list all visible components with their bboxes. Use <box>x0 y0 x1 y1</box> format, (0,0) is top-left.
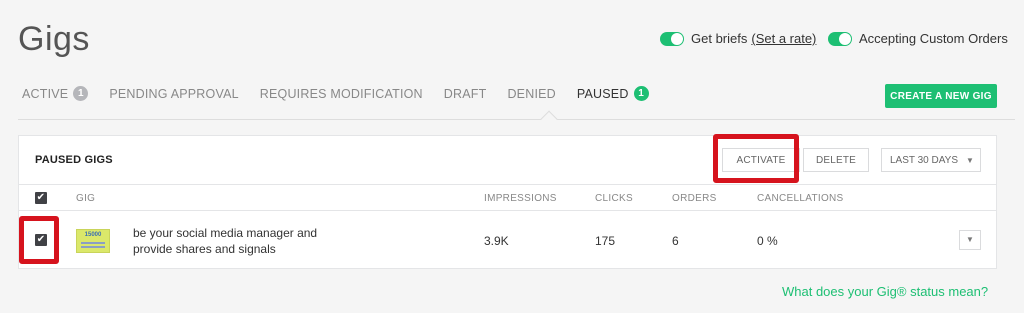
tab-active[interactable]: ACTIVE 1 <box>22 86 89 101</box>
tab-label: PAUSED <box>576 86 629 101</box>
paused-gigs-panel: PAUSED GIGS ACTIVATE DELETE LAST 30 DAYS… <box>18 135 997 269</box>
delete-button[interactable]: DELETE <box>803 148 869 172</box>
get-briefs-label: Get briefs <box>691 31 748 46</box>
date-range-value: LAST 30 DAYS <box>890 154 958 166</box>
clicks-value: 175 <box>595 234 616 248</box>
active-tab-caret <box>540 110 558 128</box>
tab-requires-modification[interactable]: REQUIRES MODIFICATION <box>260 86 423 101</box>
caret-down-icon: ▼ <box>966 235 974 244</box>
tab-paused[interactable]: PAUSED 1 <box>577 86 649 101</box>
tab-label: DENIED <box>507 86 556 101</box>
thumbnail-detail <box>81 246 105 248</box>
status-tabs: ACTIVE 1 PENDING APPROVAL REQUIRES MODIF… <box>22 86 670 101</box>
tab-draft[interactable]: DRAFT <box>444 86 487 101</box>
date-range-select[interactable]: LAST 30 DAYS ▼ <box>881 148 981 172</box>
custom-orders-label: Accepting Custom Orders <box>859 31 1008 46</box>
table-row: ✔ 15000 be your social media manager and… <box>19 212 996 268</box>
tab-label: PENDING APPROVAL <box>109 86 239 101</box>
checkbox-highlight-box <box>19 216 59 264</box>
orders-value: 6 <box>672 234 679 248</box>
get-briefs-toggle-group: Get briefs (Set a rate) <box>660 31 816 46</box>
tab-label: DRAFT <box>443 86 487 101</box>
thumbnail-text: 15000 <box>84 232 102 238</box>
column-header: GIG <box>76 193 96 204</box>
page-title: Gigs <box>18 20 90 58</box>
gig-status-help-link[interactable]: What does your Gig® status mean? <box>782 284 988 299</box>
get-briefs-toggle[interactable] <box>660 31 684 46</box>
tab-pending-approval[interactable]: PENDING APPROVAL <box>109 86 238 101</box>
tab-denied[interactable]: DENIED <box>507 86 555 101</box>
column-header: ORDERS <box>672 193 717 204</box>
gig-title-link[interactable]: be your social media manager and provide… <box>133 225 333 257</box>
tabs-divider <box>18 119 1015 120</box>
tab-count-badge: 1 <box>633 86 649 101</box>
select-all-checkbox[interactable]: ✔ <box>35 192 47 204</box>
tab-label: ACTIVE <box>22 86 69 101</box>
activate-highlight-box <box>713 134 799 183</box>
column-header: CANCELLATIONS <box>757 193 844 204</box>
column-header: CLICKS <box>595 193 633 204</box>
table-header: ✔ GIG IMPRESSIONS CLICKS ORDERS CANCELLA… <box>19 184 996 211</box>
tab-label: REQUIRES MODIFICATION <box>259 86 423 101</box>
impressions-value: 3.9K <box>484 234 509 248</box>
tab-count-badge: 1 <box>73 86 89 101</box>
set-a-rate-link[interactable]: (Set a rate) <box>751 31 816 46</box>
create-gig-button[interactable]: CREATE A NEW GIG <box>885 84 997 108</box>
cancellations-value: 0 % <box>757 234 778 248</box>
custom-orders-toggle-group: Accepting Custom Orders <box>828 31 1008 46</box>
custom-orders-toggle[interactable] <box>828 31 852 46</box>
column-header: IMPRESSIONS <box>484 193 557 204</box>
thumbnail-detail <box>81 242 105 244</box>
caret-down-icon: ▼ <box>966 155 974 165</box>
panel-title: PAUSED GIGS <box>35 154 113 166</box>
row-actions-dropdown[interactable]: ▼ <box>959 230 981 250</box>
gig-thumbnail[interactable]: 15000 <box>76 229 110 253</box>
